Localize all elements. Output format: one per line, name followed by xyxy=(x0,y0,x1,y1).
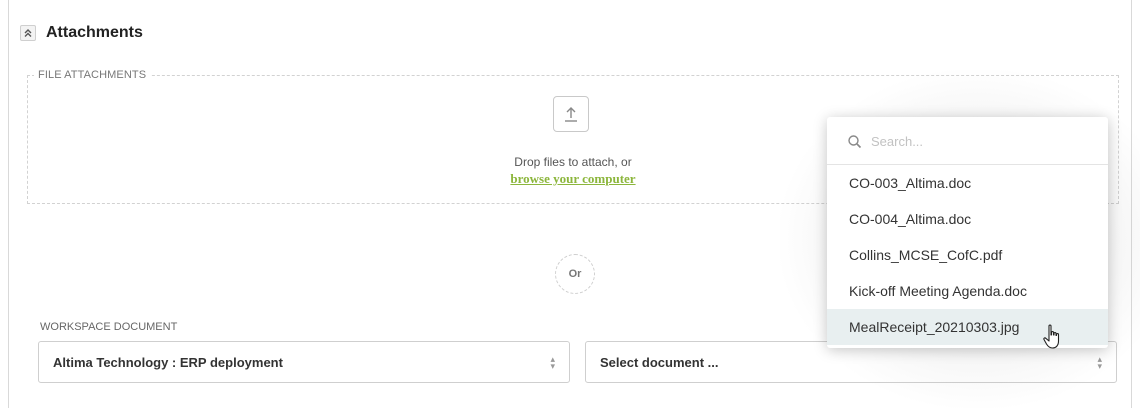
upload-button[interactable] xyxy=(553,96,589,132)
section-title: Attachments xyxy=(46,24,143,41)
collapse-button[interactable] xyxy=(20,25,36,41)
or-divider: Or xyxy=(555,254,595,294)
workspace-select-value: Altima Technology : ERP deployment xyxy=(53,355,283,370)
dropdown-option[interactable]: CO-004_Altima.doc xyxy=(827,201,1108,237)
browse-computer-link[interactable]: browse your computer xyxy=(510,171,635,186)
section-header: Attachments xyxy=(20,24,143,42)
dropdown-option[interactable]: Collins_MCSE_CofC.pdf xyxy=(827,237,1108,273)
or-label: Or xyxy=(568,268,582,280)
file-attachments-legend: FILE ATTACHMENTS xyxy=(34,69,151,81)
workspace-document-label: WORKSPACE DOCUMENT xyxy=(40,321,178,333)
dropdown-search-input[interactable] xyxy=(871,131,1091,151)
chevron-double-up-icon xyxy=(24,29,32,37)
up-down-arrows-icon: ▴ ▾ xyxy=(1097,354,1102,371)
search-icon xyxy=(848,135,862,149)
dropdown-search-row xyxy=(827,117,1108,165)
document-select-value: Select document ... xyxy=(600,355,719,370)
upload-arrow-icon xyxy=(565,107,577,122)
dropdown-option[interactable]: CO-003_Altima.doc xyxy=(827,165,1108,201)
dropdown-option-highlighted[interactable]: MealReceipt_20210303.jpg xyxy=(827,309,1108,345)
up-down-arrows-icon: ▴ ▾ xyxy=(550,354,555,371)
document-dropdown-menu: CO-003_Altima.doc CO-004_Altima.doc Coll… xyxy=(827,117,1108,348)
dropdown-option[interactable]: Kick-off Meeting Agenda.doc xyxy=(827,273,1108,309)
workspace-select[interactable]: Altima Technology : ERP deployment ▴ ▾ xyxy=(38,341,570,383)
